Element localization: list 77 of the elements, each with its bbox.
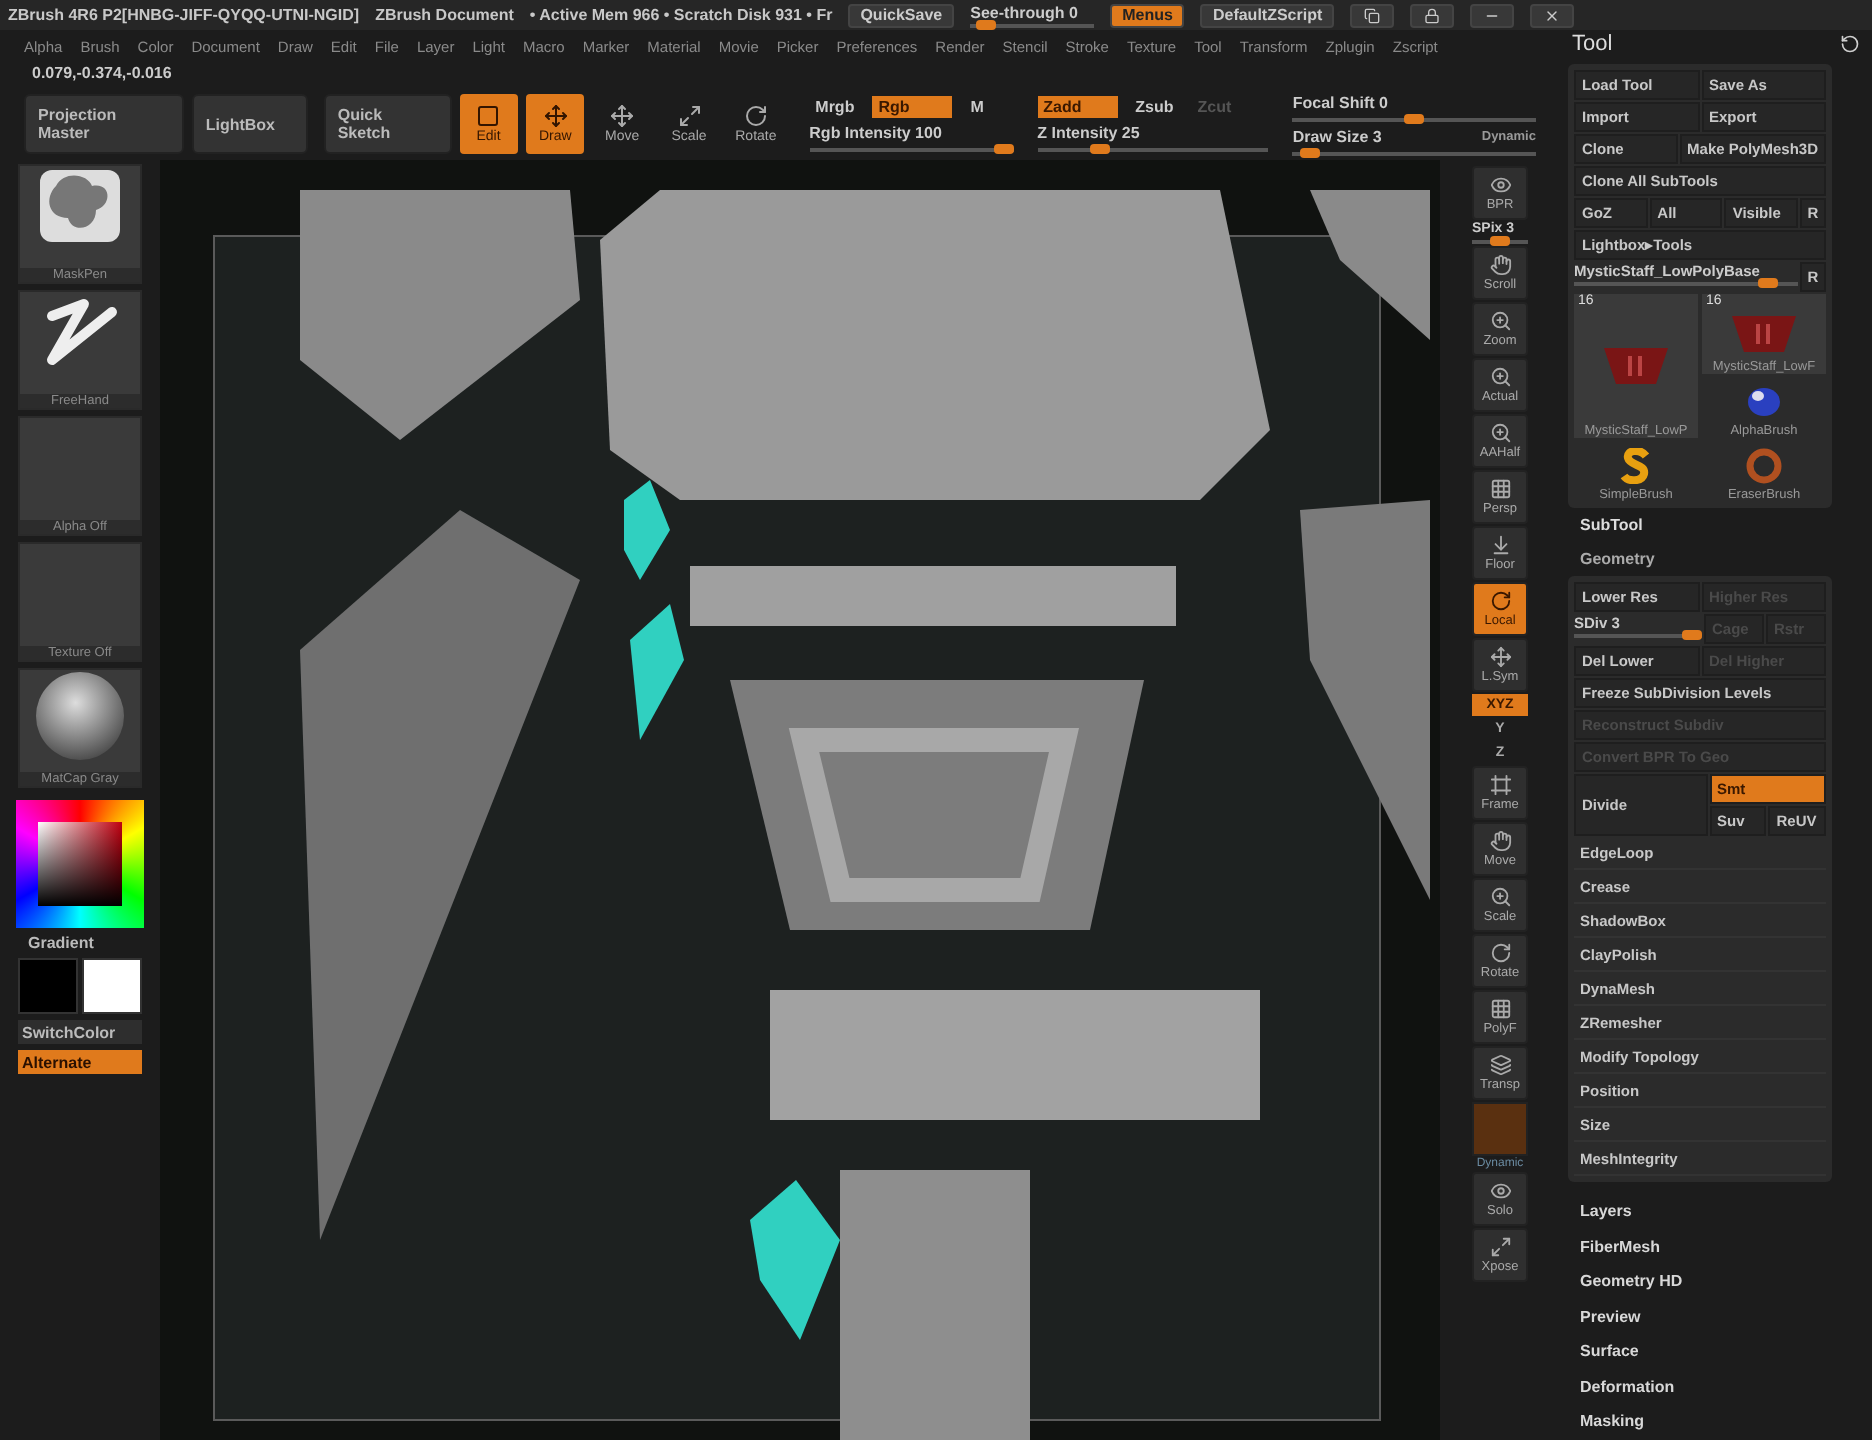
- slider-thumb[interactable]: [975, 19, 996, 29]
- hand-icon: [1489, 830, 1511, 852]
- palette-section[interactable]: Preview: [1560, 1299, 1872, 1334]
- alternate-button[interactable]: Alternate: [18, 1050, 142, 1074]
- reset-icon[interactable]: [1840, 33, 1860, 53]
- zoom-icon: [1489, 366, 1511, 388]
- z-mode-button[interactable]: Zsub: [1129, 96, 1180, 118]
- eye-icon: [1489, 1180, 1511, 1202]
- z-mode-button[interactable]: Zadd: [1037, 96, 1118, 118]
- palette-section[interactable]: Deformation: [1560, 1369, 1872, 1404]
- copy-icon[interactable]: [1350, 3, 1395, 27]
- slider-thumb[interactable]: [1299, 147, 1320, 157]
- disabled-tile: [1472, 1102, 1528, 1156]
- move-icon: [610, 104, 635, 128]
- gradient-label: Gradient: [28, 934, 94, 952]
- palette-section[interactable]: Masking: [1560, 1404, 1872, 1439]
- color-mode-button[interactable]: Rgb: [872, 96, 953, 118]
- switch-color-button[interactable]: SwitchColor: [18, 1020, 142, 1044]
- section-title[interactable]: Geometry: [1560, 542, 1872, 576]
- toolbar-button[interactable]: Quick Sketch: [323, 94, 452, 154]
- mesh-icon: [1728, 311, 1800, 355]
- slider-thumb[interactable]: [1682, 630, 1702, 640]
- blob-icon: [36, 166, 124, 246]
- zoom-icon: [1489, 422, 1511, 444]
- window-title: ZBrush 4R6 P2[HNBG-JIFF-QYQQ-UTNI-NGID]: [8, 6, 360, 24]
- ring-icon: [1744, 447, 1784, 483]
- move-icon: [1489, 646, 1511, 668]
- rgb-intensity-label: Rgb Intensity 100: [809, 124, 944, 142]
- zoom-icon: [1489, 886, 1511, 908]
- palette-section[interactable]: Surface: [1560, 1334, 1872, 1369]
- slider-thumb[interactable]: [1757, 278, 1778, 288]
- slider-thumb[interactable]: [993, 144, 1014, 154]
- grid-icon: [1489, 998, 1511, 1020]
- layers-icon: [1489, 1054, 1511, 1076]
- panel-title: Tool: [1572, 31, 1613, 55]
- s-shape-icon: [1620, 447, 1652, 483]
- rotate-icon: [743, 104, 768, 128]
- hand-icon: [1489, 254, 1511, 276]
- scale-icon: [677, 104, 702, 128]
- slider-thumb[interactable]: [1490, 236, 1510, 246]
- rotate-icon: [1489, 590, 1511, 612]
- status-text: • Active Mem 966 • Scratch Disk 931 • Fr: [529, 6, 833, 24]
- draw-size-label: Draw Size 3: [1292, 127, 1382, 145]
- palette-section[interactable]: Layers: [1560, 1194, 1872, 1229]
- color-swatch[interactable]: [18, 958, 78, 1014]
- close-icon[interactable]: [1530, 3, 1575, 27]
- menus-button[interactable]: Menus: [1110, 3, 1185, 27]
- lock-icon[interactable]: [1410, 3, 1455, 27]
- eye-icon: [1489, 174, 1511, 196]
- toolbar-button[interactable]: Projection Master: [24, 94, 184, 154]
- color-mode-button[interactable]: Mrgb: [809, 96, 861, 118]
- focal-shift-label: Focal Shift 0: [1292, 93, 1390, 111]
- color-mode-button[interactable]: M: [964, 96, 1009, 118]
- square-icon: [476, 104, 501, 128]
- z-intensity-label: Z Intensity 25: [1037, 124, 1142, 142]
- section-title[interactable]: SubTool: [1560, 508, 1872, 542]
- slider-thumb[interactable]: [1404, 113, 1425, 123]
- sphere-icon: [34, 670, 126, 762]
- document-name: ZBrush Document: [375, 6, 514, 24]
- color-swatch[interactable]: [82, 958, 142, 1014]
- expand-icon: [1489, 1236, 1511, 1258]
- color-picker[interactable]: [16, 800, 144, 928]
- palette-section[interactable]: Geometry HD: [1560, 1264, 1872, 1299]
- script-button[interactable]: DefaultZScript: [1200, 3, 1335, 27]
- mesh-icon: [1600, 343, 1672, 387]
- blob-icon: [1744, 383, 1784, 419]
- grid-icon: [1489, 478, 1511, 500]
- floor-icon: [1489, 534, 1511, 556]
- palette-section[interactable]: FiberMesh: [1560, 1229, 1872, 1264]
- frame-icon: [1489, 774, 1511, 796]
- zoom-icon: [1489, 310, 1511, 332]
- toolbar-button[interactable]: LightBox: [191, 94, 308, 154]
- rotate-icon: [1489, 942, 1511, 964]
- coordinates-text: 0.079,-0.374,-0.016: [30, 64, 174, 86]
- see-through-label: See-through 0: [970, 3, 1080, 21]
- quicksave-button[interactable]: QuickSave: [848, 3, 955, 27]
- slider-thumb[interactable]: [1090, 144, 1111, 154]
